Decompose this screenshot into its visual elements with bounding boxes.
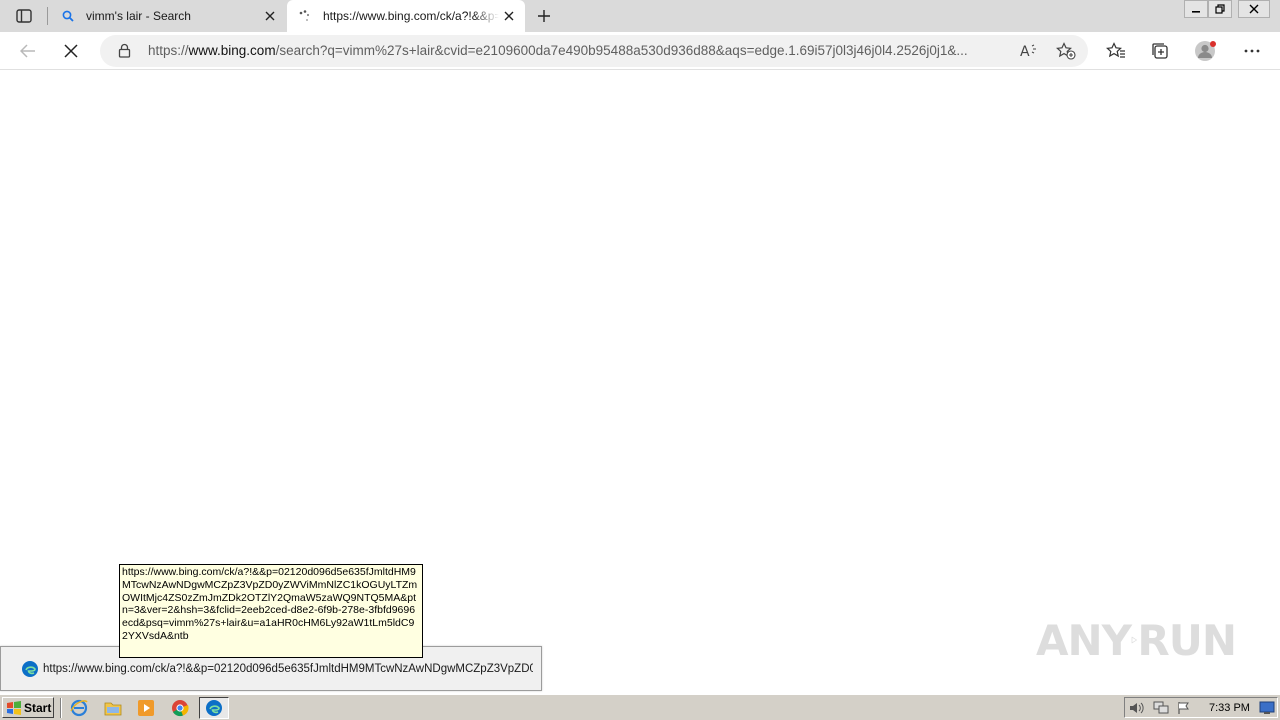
show-desktop-icon[interactable] [1259,701,1275,720]
loading-icon [297,8,313,24]
close-tab-icon[interactable] [499,6,519,26]
address-bar[interactable]: https://www.bing.com/search?q=vimm%27s+l… [100,35,1088,67]
link-tooltip: https://www.bing.com/ck/a?!&&p=02120d096… [119,564,423,658]
more-icon [1244,49,1260,53]
tab-bing-redirect[interactable]: https://www.bing.com/ck/a?!&&p=02120d096… [287,0,525,32]
minimize-icon [1192,11,1200,13]
edge-icon [21,660,39,678]
tab-actions-button[interactable] [12,5,36,27]
close-window-button[interactable] [1238,0,1270,18]
status-url-text: https://www.bing.com/ck/a?!&&p=02120d096… [43,662,533,675]
browser-toolbar: https://www.bing.com/search?q=vimm%27s+l… [0,32,1280,70]
minimize-button[interactable] [1184,0,1208,18]
avatar [1195,41,1216,61]
chrome-icon[interactable] [171,699,189,717]
lock-icon[interactable] [118,43,131,63]
read-aloud-icon[interactable]: A [1020,43,1038,64]
system-tray: 7:33 PM [1124,697,1278,718]
folder-icon[interactable] [104,699,122,717]
anyrun-watermark: ANY RUN [1036,608,1237,672]
media-player-icon[interactable] [137,699,155,717]
windows-logo-icon [7,700,21,715]
tab-title: https://www.bing.com/ck/a?!&&p=02120d096… [323,9,499,23]
taskbar-separator [60,698,62,718]
collections-icon [1152,43,1168,59]
network-icon[interactable] [1153,701,1169,720]
add-favorite-icon[interactable] [1056,42,1076,65]
favorites-icon [1106,42,1125,58]
url-text[interactable]: https://www.bing.com/search?q=vimm%27s+l… [148,43,1008,58]
start-button[interactable]: Start [2,697,54,718]
collections-button[interactable] [1146,37,1174,65]
edge-icon [206,700,222,716]
back-arrow-icon [20,44,35,58]
new-tab-button[interactable] [532,5,556,27]
restore-icon [1215,4,1225,14]
stop-icon [64,44,78,58]
tab-title: vimm's lair - Search [86,9,191,23]
taskbar: Start 7:33 PM [0,694,1280,720]
svg-text:A: A [1020,44,1030,59]
clock[interactable]: 7:33 PM [1209,702,1250,714]
volume-icon[interactable] [1129,701,1145,720]
search-icon [60,8,76,24]
ie-icon[interactable] [70,699,88,717]
edge-taskbar-button[interactable] [199,697,229,719]
tab-strip: vimm's lair - Search https://www.bing.co… [0,0,1280,32]
stop-loading-button[interactable] [57,37,85,65]
close-tab-icon[interactable] [260,6,280,26]
action-center-flag-icon[interactable] [1177,701,1191,720]
tab-separator [47,7,48,25]
favorites-button[interactable] [1102,37,1130,65]
settings-menu-button[interactable] [1238,37,1266,65]
close-icon [1249,4,1259,14]
profile-button[interactable] [1192,37,1220,65]
restore-button[interactable] [1208,0,1232,18]
tab-actions-icon [16,9,32,23]
plus-icon [538,10,550,22]
tab-search[interactable]: vimm's lair - Search [50,0,286,32]
back-button[interactable] [14,37,42,65]
